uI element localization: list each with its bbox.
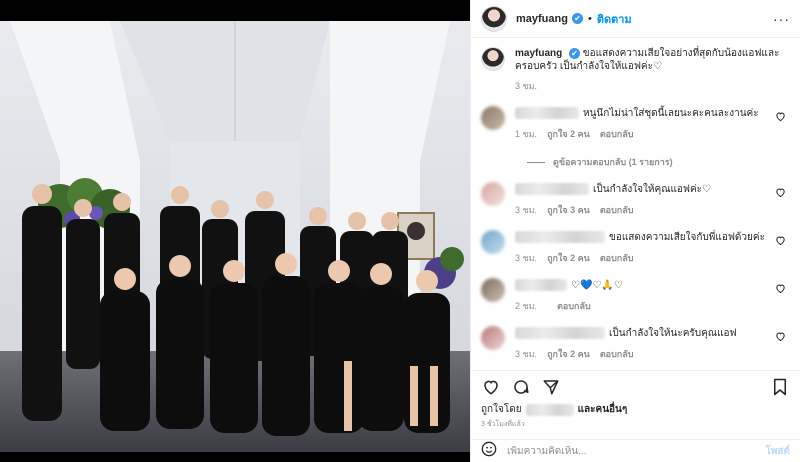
action-bar [471, 370, 800, 402]
caption-time: 3 ชม. [515, 81, 538, 91]
more-options-icon[interactable]: ··· [773, 11, 790, 27]
comment-like-heart-icon[interactable] [775, 331, 786, 345]
commenter-name-blurred[interactable] [515, 327, 605, 339]
comment-text: เป็นกำลังใจให้คุณแอฟค่ะ♡ [593, 183, 712, 195]
post-modal: mayfuang ✔ • ติดตาม ··· mayfuang ✔ ขอแสด… [0, 0, 800, 462]
comment-time: 3 ชม. [515, 349, 538, 359]
comment-text: ขอแสดงความเสียใจกับพี่แอฟด้วยค่ะ [609, 231, 765, 243]
comment-likes-count[interactable]: ถูกใจ 2 คน [547, 129, 590, 139]
replies-dash [527, 161, 545, 163]
comment-item: เป็นกำลังใจให้นะครับคุณแอฟ 3 ชม. ถูกใจ 2 ค… [481, 326, 790, 361]
likes-others-link[interactable]: และคนอื่นๆ [578, 402, 628, 417]
reply-button[interactable]: ตอบกลับ [600, 205, 634, 215]
comment-rows: หนูนึกไม่น่าใส่ชุดนี้เลยนะคะคนละงานค่ะ 1 … [481, 106, 790, 370]
follow-button[interactable]: ติดตาม [597, 10, 632, 28]
view-replies-button[interactable]: ดูข้อความตอบกลับ (1 รายการ) [527, 155, 790, 169]
post-photo[interactable] [0, 0, 470, 462]
reply-button[interactable]: ตอบกลับ [600, 129, 634, 139]
commenter-avatar-blurred[interactable] [481, 230, 505, 254]
comment-item: เป็นกำลังใจให้คุณแอฟค่ะ♡ 3 ชม. ถูกใจ 3 คน ต… [481, 182, 790, 217]
comment-time: 3 ชม. [515, 253, 538, 263]
reply-button[interactable]: ตอบกลับ [557, 301, 591, 311]
comment-time: 3 ชม. [515, 205, 538, 215]
comment-like-heart-icon[interactable] [775, 111, 786, 125]
reply-button[interactable]: ตอบกลับ [600, 349, 634, 359]
commenter-name-blurred[interactable] [515, 183, 589, 195]
post-header: mayfuang ✔ • ติดตาม ··· [471, 0, 800, 38]
comment-likes-count[interactable]: ถูกใจ 2 คน [547, 349, 590, 359]
post-time: 3 ชั่วโมงที่แล้ว [481, 421, 525, 428]
commenter-name-blurred[interactable] [515, 231, 605, 243]
reply-button[interactable]: ตอบกลับ [600, 253, 634, 263]
comment-like-heart-icon[interactable] [775, 235, 786, 249]
comment-time: 2 ชม. [515, 301, 538, 311]
comment-item: ขอแสดงความเสียใจกับพี่แอฟด้วยค่ะ 3 ชม. ถูก… [481, 230, 790, 265]
comment-text: เป็นกำลังใจให้นะครับคุณแอฟ [609, 327, 737, 339]
commenter-name-blurred[interactable] [515, 279, 567, 291]
post-side-panel: mayfuang ✔ • ติดตาม ··· mayfuang ✔ ขอแสด… [470, 0, 800, 462]
caption: mayfuang ✔ ขอแสดงความเสียใจอย่างที่สุดกั… [481, 47, 790, 93]
comment-item: หนูนึกไม่น่าใส่ชุดนี้เลยนะคะคนละงานค่ะ 1 … [481, 106, 790, 141]
liker-name-blurred[interactable] [525, 403, 574, 416]
verified-badge-icon: ✔ [571, 13, 583, 24]
comment-text: หนูนึกไม่น่าใส่ชุดนี้เลยนะคะคนละงานค่ะ [583, 107, 759, 119]
author-avatar[interactable] [481, 5, 507, 32]
add-comment-bar: โพสต์ [471, 439, 800, 462]
add-comment-input[interactable] [507, 445, 766, 457]
commenter-name-blurred[interactable] [515, 107, 579, 119]
author-username[interactable]: mayfuang [516, 13, 568, 25]
header-separator: • [587, 12, 592, 25]
commenter-avatar-blurred[interactable] [481, 182, 505, 206]
share-paper-plane-icon[interactable] [541, 377, 561, 397]
caption-verified-icon: ✔ [569, 48, 581, 59]
bookmark-icon[interactable] [770, 377, 790, 397]
comment-bubble-icon[interactable] [511, 377, 531, 397]
comment-like-heart-icon[interactable] [775, 187, 786, 201]
comment-like-heart-icon[interactable] [775, 283, 786, 297]
comment-time: 1 ชม. [515, 129, 538, 139]
commenter-avatar-blurred[interactable] [481, 106, 505, 130]
group-photo-image [0, 21, 470, 452]
like-heart-icon[interactable] [481, 377, 501, 397]
commenter-avatar-blurred[interactable] [481, 278, 505, 302]
view-replies-label: ดูข้อความตอบกลับ (1 รายการ) [553, 157, 673, 167]
comment-likes-count[interactable]: ถูกใจ 3 คน [547, 205, 590, 215]
comment-item: ♡💙♡🙏♡ 2 ชม. ตอบกลับ [481, 278, 790, 313]
likes-summary: ถูกใจโดย และคนอื่นๆ [481, 402, 627, 417]
post-comment-button[interactable]: โพสต์ [765, 444, 790, 459]
caption-username[interactable]: mayfuang [515, 48, 562, 59]
commenter-avatar-blurred[interactable] [481, 326, 505, 350]
comments-list[interactable]: mayfuang ✔ ขอแสดงความเสียใจอย่างที่สุดกั… [471, 38, 800, 370]
comment-likes-count[interactable]: ถูกใจ 2 คน [547, 253, 590, 263]
likes-prefix: ถูกใจโดย [481, 404, 522, 415]
caption-avatar[interactable] [481, 47, 505, 71]
comment-text: ♡💙♡🙏♡ [571, 279, 623, 291]
emoji-smiley-icon[interactable] [481, 441, 497, 462]
